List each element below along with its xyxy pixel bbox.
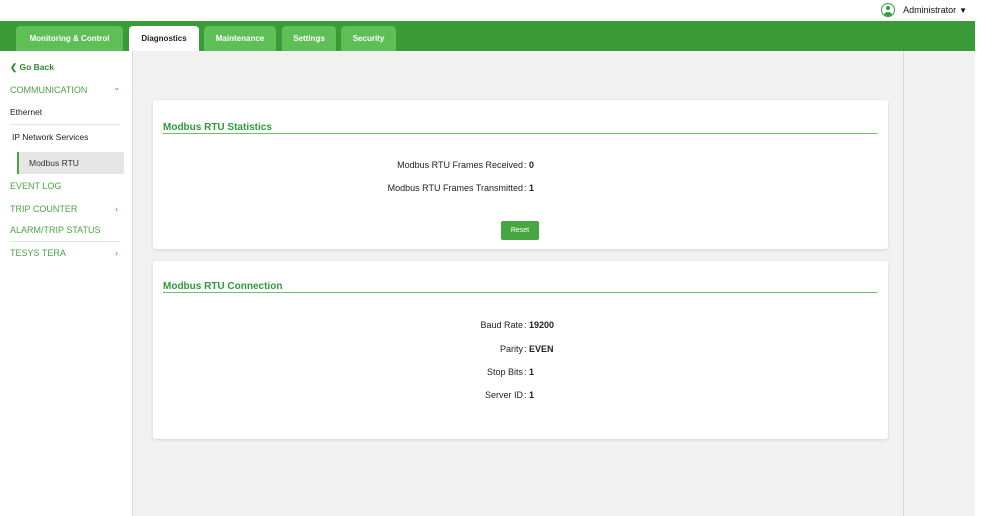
- card-title: Modbus RTU Statistics: [163, 122, 272, 133]
- main-content: Modbus RTU Statistics Modbus RTU Frames …: [133, 51, 903, 516]
- separator: :: [524, 344, 527, 354]
- conn-row-stop-bits: Stop Bits : 1: [153, 367, 888, 379]
- separator: :: [524, 320, 527, 330]
- divider: [163, 133, 877, 134]
- stat-label: Modbus RTU Frames Transmitted: [387, 183, 523, 193]
- go-back-link[interactable]: ❮ Go Back: [10, 62, 54, 73]
- sidebar-section-label: TRIP COUNTER: [10, 204, 78, 214]
- stat-row-frames-transmitted: Modbus RTU Frames Transmitted : 1: [153, 183, 888, 195]
- stat-value: 1: [529, 183, 535, 193]
- tab-monitoring-control[interactable]: Monitoring & Control: [16, 26, 123, 51]
- divider: [10, 241, 120, 242]
- sidebar-item-modbus-rtu[interactable]: Modbus RTU: [17, 152, 124, 174]
- divider: [163, 292, 877, 293]
- sidebar-item-ip-network-services[interactable]: IP Network Services: [12, 132, 122, 142]
- statistics-card: Modbus RTU Statistics Modbus RTU Frames …: [153, 100, 888, 249]
- sidebar-section-label: TESYS TERA: [10, 248, 66, 258]
- conn-row-parity: Parity : EVEN: [153, 344, 888, 356]
- connection-card: Modbus RTU Connection Baud Rate : 19200 …: [153, 261, 888, 439]
- sidebar-section-label: COMMUNICATION: [10, 85, 88, 95]
- chevron-down-icon: ⌄: [113, 82, 121, 92]
- conn-value: 19200: [529, 320, 555, 330]
- sidebar-section-trip-counter[interactable]: TRIP COUNTER ›: [10, 204, 130, 214]
- divider: [10, 124, 120, 125]
- conn-label: Baud Rate: [480, 320, 523, 330]
- conn-label: Server ID: [484, 390, 523, 400]
- sidebar-item-ethernet[interactable]: Ethernet: [10, 107, 120, 117]
- sidebar-section-communication[interactable]: COMMUNICATION ⌄: [10, 82, 130, 95]
- user-name: Administrator: [903, 5, 957, 15]
- separator: :: [524, 160, 527, 170]
- stat-value: 0: [529, 160, 535, 170]
- chevron-right-icon: ›: [115, 204, 118, 214]
- separator: :: [524, 183, 527, 193]
- user-bar: Administrator ▼: [0, 0, 981, 21]
- sidebar-item-label: Modbus RTU: [29, 158, 79, 168]
- card-title: Modbus RTU Connection: [163, 281, 283, 292]
- tab-security[interactable]: Security: [341, 26, 396, 51]
- main-nav: Monitoring & Control Diagnostics Mainten…: [0, 21, 975, 51]
- tab-settings[interactable]: Settings: [282, 26, 336, 51]
- caret-down-icon: ▼: [959, 5, 967, 15]
- stat-label: Modbus RTU Frames Received: [397, 160, 523, 170]
- user-circle-icon: [881, 3, 896, 17]
- chevron-right-icon: ›: [115, 248, 118, 258]
- conn-label: Stop Bits: [486, 367, 523, 377]
- right-panel: [903, 51, 975, 516]
- tab-maintenance[interactable]: Maintenance: [204, 26, 276, 51]
- stat-row-frames-received: Modbus RTU Frames Received : 0: [153, 160, 888, 172]
- sidebar-item-event-log[interactable]: EVENT LOG: [10, 181, 61, 191]
- conn-value: EVEN: [529, 344, 554, 354]
- sidebar-item-alarm-trip-status[interactable]: ALARM/TRIP STATUS: [10, 225, 101, 235]
- separator: :: [524, 367, 527, 377]
- conn-row-server-id: Server ID : 1: [153, 390, 888, 402]
- tab-diagnostics[interactable]: Diagnostics: [129, 26, 199, 51]
- conn-value: 1: [529, 367, 535, 377]
- conn-row-baud-rate: Baud Rate : 19200: [153, 320, 888, 332]
- conn-value: 1: [529, 390, 535, 400]
- reset-button[interactable]: Reset: [501, 221, 539, 240]
- sidebar-section-tesys-tera[interactable]: TESYS TERA ›: [10, 248, 130, 258]
- sidebar: ❮ Go Back COMMUNICATION ⌄ Ethernet IP Ne…: [0, 51, 133, 516]
- separator: :: [524, 390, 527, 400]
- user-menu[interactable]: Administrator ▼: [881, 3, 967, 17]
- conn-label: Parity: [499, 344, 523, 354]
